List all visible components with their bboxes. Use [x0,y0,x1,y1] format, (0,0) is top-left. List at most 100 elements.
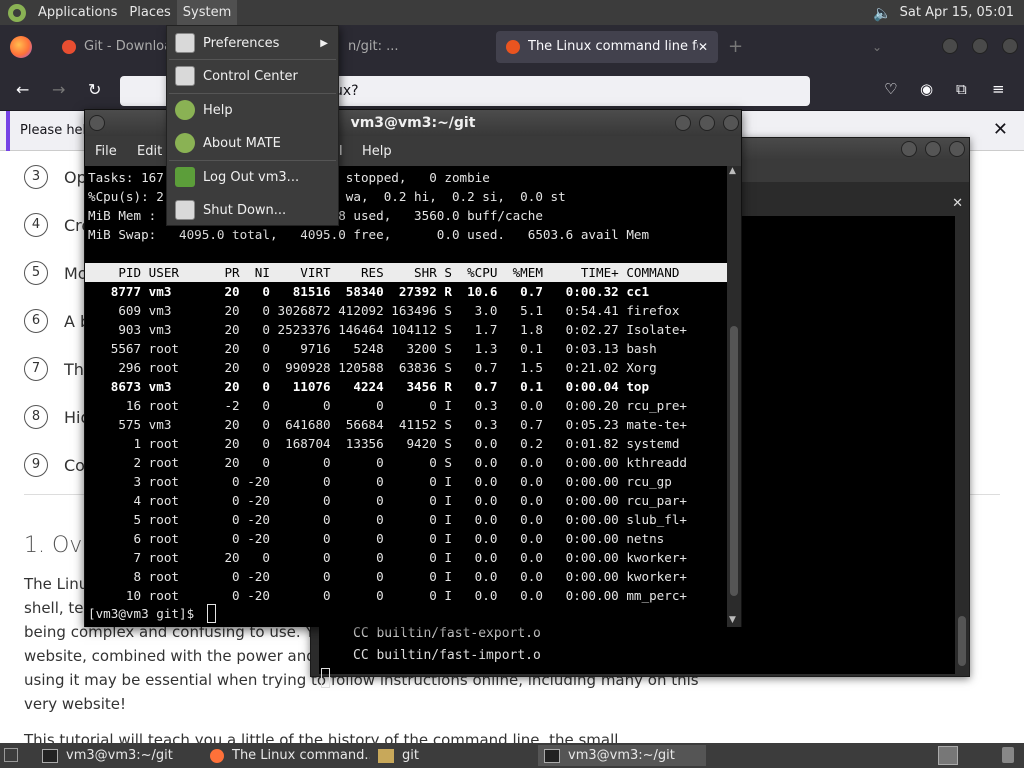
menu-item-about-mate[interactable]: About MATE [167,128,338,158]
header-text: PID USER PR NI VIRT RES SHR S %CPU %MEM … [88,265,680,280]
hamburger-menu-icon[interactable]: ≡ [992,80,1005,98]
taskbar-label: vm3@vm3:~/git [66,748,173,763]
preferences-icon [175,33,195,53]
back-arrow-icon[interactable]: ← [16,80,29,99]
scroll-down-icon[interactable]: ▼ [729,615,736,625]
toc-item[interactable]: 3 Op [24,165,87,189]
minimize-window-icon[interactable] [942,38,958,54]
scroll-up-icon[interactable]: ▲ [729,166,736,176]
applications-menu[interactable]: Applications [32,0,123,25]
firefox-icon[interactable] [10,35,32,58]
scrollbar-thumb[interactable] [730,326,738,596]
workspace-switcher[interactable] [938,746,958,765]
menu-item-help[interactable]: Help [167,95,338,125]
mate-logo-icon[interactable] [8,3,26,22]
process-row: 16 root -2 0 0 0 0 I 0.3 0.0 0:00.20 rcu… [88,398,687,413]
forward-arrow-icon[interactable]: → [52,80,65,99]
menu-item-control-center[interactable]: Control Center [167,61,338,91]
system-menu-button[interactable]: System [176,0,238,25]
extensions-icon[interactable]: ⧉ [956,80,967,98]
process-row: 609 vm3 20 0 3026872 412092 163496 S 3.0… [88,303,680,318]
process-row: 575 vm3 20 0 641680 56684 41152 S 0.3 0.… [88,417,687,432]
firefox-nav-bar: ← → ↻ ux? ♡ ◉ ⧉ ≡ [0,68,1024,111]
chevron-down-icon[interactable]: ⌄ [872,40,882,54]
process-row: 3 root 0 -20 0 0 0 I 0.0 0.0 0:00.00 rcu… [88,474,672,489]
control-center-icon [175,66,195,86]
menu-item-label: Control Center [203,68,298,84]
close-window-icon[interactable] [949,141,965,157]
maximize-window-icon[interactable] [972,38,988,54]
firefox-tab-bar: Git - Downloa n/git: ... The Linux comma… [0,25,1024,68]
paragraph-line: very website! [24,695,127,713]
scrollbar[interactable] [957,216,967,674]
maximize-window-icon[interactable] [925,141,941,157]
paragraph-line: The Linu [24,575,89,593]
close-window-icon[interactable] [1002,38,1018,54]
process-row: 8777 vm3 20 0 81516 58340 27392 R 10.6 0… [88,284,650,299]
terminal-cursor [207,604,216,623]
toc-item[interactable]: 4 Cre [24,213,91,237]
tab-linux-command-line[interactable]: The Linux command line fo ✕ [496,30,718,63]
help-icon [175,100,195,120]
terminal-output-line: CC builtin/fast-export.o [353,626,541,641]
toc-item[interactable]: 5 Mo [24,261,88,285]
help-menu[interactable]: Help [362,144,392,159]
minimize-window-icon[interactable] [901,141,917,157]
speaker-icon[interactable]: 🔈 [873,4,892,22]
step-number: 7 [24,357,48,381]
terminal-screen[interactable]: Tasks: 167 165 sleeping, 0 stopped, 0 zo… [85,166,727,627]
tab-github-git[interactable]: n/git: ... [338,31,488,63]
account-icon[interactable]: ◉ [920,80,933,98]
maximize-window-icon[interactable] [699,115,715,131]
tab-label: Git - Downloa [84,39,170,54]
taskbar-item-terminal-active[interactable]: vm3@vm3:~/git [538,745,706,766]
menu-separator [169,59,336,60]
notification-accent [6,110,10,151]
git-favicon-icon [62,39,76,54]
taskbar-item-terminal[interactable]: vm3@vm3:~/git [36,745,200,766]
firefox-icon [210,748,224,763]
step-number: 4 [24,213,48,237]
taskbar-item-firefox[interactable]: The Linux command... [204,745,370,766]
minimize-window-icon[interactable] [675,115,691,131]
scrollbar[interactable]: ▲ ▼ [727,166,741,627]
window-menu-icon[interactable] [89,115,105,131]
show-desktop-icon[interactable] [4,748,18,762]
scrollbar-thumb[interactable] [958,616,966,666]
taskbar-item-file-manager[interactable]: git [372,745,534,766]
process-row: 8673 vm3 20 0 11076 4224 3456 R 0.7 0.1 … [88,379,650,394]
menu-item-shut-down[interactable]: Shut Down... [167,195,338,225]
step-number: 5 [24,261,48,285]
close-tab-icon[interactable]: ✕ [952,196,963,211]
new-tab-button[interactable]: + [728,36,743,57]
menu-item-label: Preferences [203,35,280,51]
toc-item[interactable]: 8 Hid [24,405,91,429]
shutdown-icon [175,200,195,220]
places-menu[interactable]: Places [123,0,176,25]
terminal-icon [544,748,560,763]
ubuntu-favicon-icon [506,39,520,54]
pocket-icon[interactable]: ♡ [884,80,897,98]
process-row: 6 root 0 -20 0 0 0 I 0.0 0.0 0:00.00 net… [88,531,665,546]
clock[interactable]: Sat Apr 15, 05:01 [900,5,1014,20]
logout-icon [175,167,195,187]
file-menu[interactable]: File [95,144,117,159]
process-row: 903 vm3 20 0 2523376 146464 104112 S 1.7… [88,322,687,337]
tab-git-download[interactable]: Git - Downloa [52,31,170,63]
step-number: 9 [24,453,48,477]
close-notification-icon[interactable]: ✕ [993,119,1008,140]
toc-item[interactable]: 6A b [24,309,90,333]
menu-item-log-out[interactable]: Log Out vm3... [167,162,338,192]
reload-icon[interactable]: ↻ [88,80,101,99]
close-window-icon[interactable] [723,115,739,131]
menu-item-preferences[interactable]: Preferences ▶ [167,28,338,58]
close-tab-icon[interactable]: ✕ [698,40,708,54]
edit-menu[interactable]: Edit [137,144,162,159]
trash-icon[interactable] [1002,747,1014,763]
bottom-taskbar: vm3@vm3:~/git The Linux command... git v… [0,743,1024,768]
toc-item[interactable]: 9 Co [24,453,85,477]
process-row: 7 root 20 0 0 0 0 I 0.0 0.0 0:00.00 kwor… [88,550,687,565]
tab-label: n/git: ... [348,39,399,54]
notification-text: Please hel [20,123,87,138]
terminal-menu[interactable]: l [339,144,343,159]
